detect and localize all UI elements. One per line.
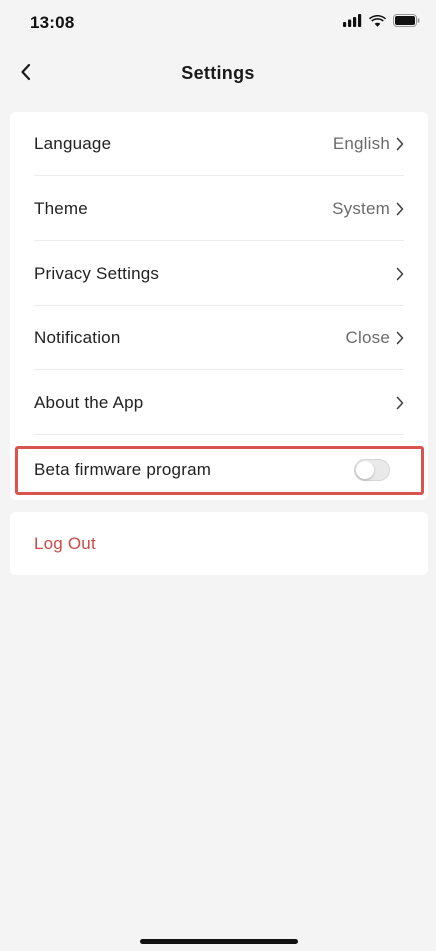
toggle-knob — [356, 461, 374, 479]
settings-item-label: Notification — [34, 327, 121, 347]
battery-icon — [393, 14, 420, 32]
settings-item-privacy-settings[interactable]: Privacy Settings — [34, 242, 404, 306]
settings-item-right: Close — [346, 328, 404, 348]
settings-item-about-the-app[interactable]: About the App — [34, 371, 404, 435]
settings-item-label: Language — [34, 133, 112, 153]
settings-item-value: English — [332, 133, 390, 153]
settings-item-label: About the App — [34, 392, 144, 412]
settings-item-label: Theme — [34, 198, 88, 218]
chevron-right-icon — [396, 331, 404, 345]
chevron-right-icon — [396, 137, 404, 151]
wifi-icon — [369, 14, 386, 32]
home-indicator — [140, 939, 298, 944]
chevron-right-icon — [396, 202, 404, 216]
settings-item-theme[interactable]: Theme System — [34, 177, 404, 241]
logout-card: Log Out — [10, 512, 428, 575]
settings-item-right — [396, 267, 404, 281]
settings-item-language[interactable]: Language English — [34, 112, 404, 176]
status-icons — [343, 14, 420, 32]
settings-item-notification[interactable]: Notification Close — [34, 306, 404, 370]
page-title: Settings — [181, 63, 255, 83]
settings-item-value: Close — [345, 327, 390, 347]
settings-list: Language English Theme System Privacy Se… — [10, 112, 428, 500]
cellular-signal-icon — [343, 14, 362, 32]
beta-firmware-label: Beta firmware program — [34, 460, 212, 479]
status-bar: 13:08 — [0, 0, 436, 46]
beta-firmware-toggle[interactable] — [354, 459, 390, 481]
settings-item-label: Privacy Settings — [34, 263, 160, 283]
settings-item-beta-firmware-program: Beta firmware program — [34, 448, 390, 492]
settings-item-right: English — [333, 134, 404, 154]
navigation-bar: Settings — [0, 46, 436, 104]
settings-item-right — [396, 396, 404, 410]
settings-item-value: System — [332, 198, 390, 218]
status-time: 13:08 — [30, 13, 75, 32]
logout-button[interactable]: Log Out — [34, 512, 96, 575]
settings-item-right: System — [332, 199, 404, 219]
chevron-right-icon — [396, 396, 404, 410]
chevron-right-icon — [396, 267, 404, 281]
